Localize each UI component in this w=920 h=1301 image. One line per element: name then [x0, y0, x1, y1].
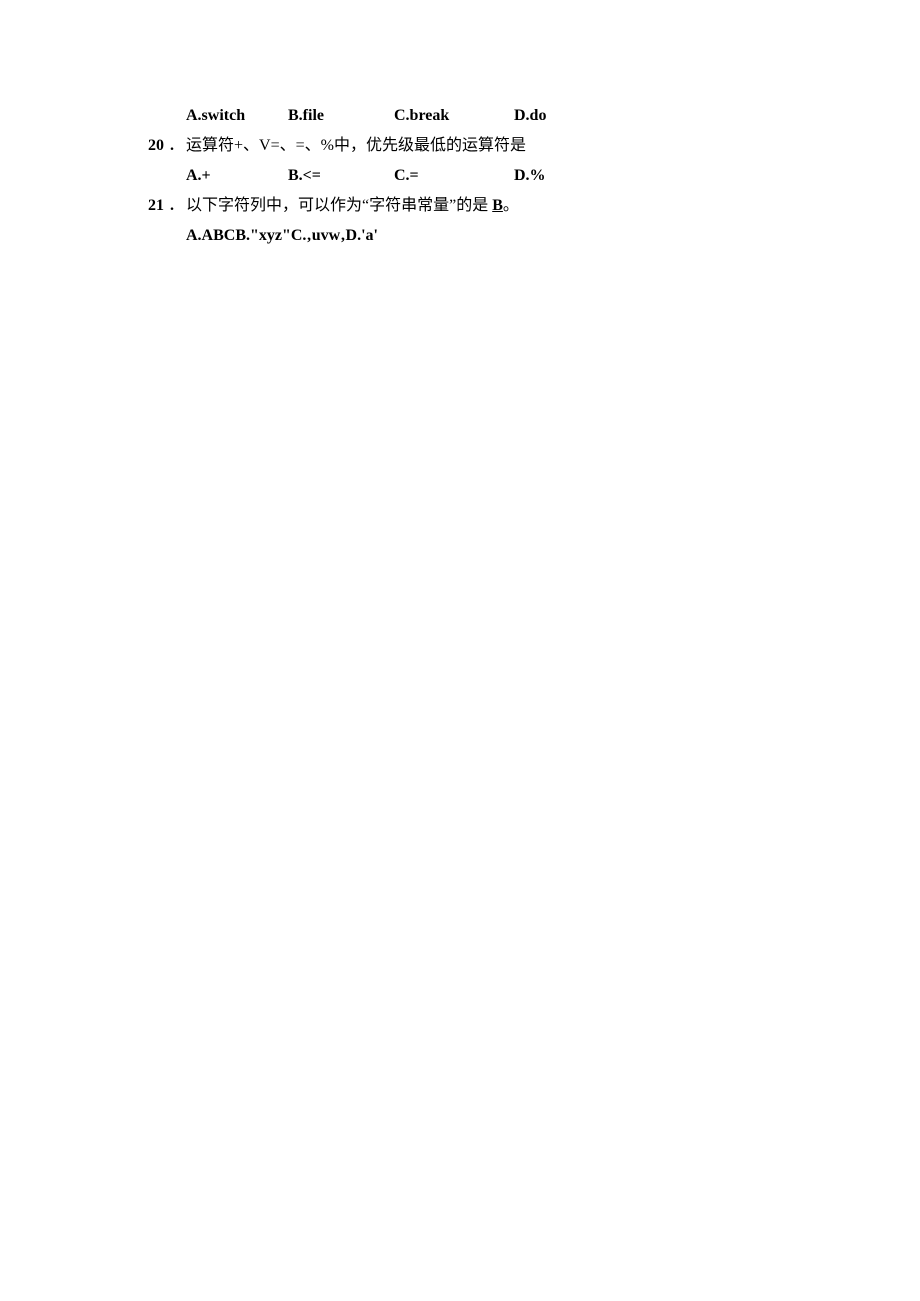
q21-answers-row: A.ABCB."xyz"C.‚uvw‚D.'a'	[130, 228, 920, 244]
q19-option-b: B.file	[288, 108, 394, 124]
q19-options-row: A.switch B.file C.break D.do	[130, 108, 920, 124]
q21-text: 以下字符列中，可以作为“字符串常量”的是 B。	[182, 198, 519, 214]
q20-number: 20	[130, 138, 164, 154]
q20-dot: .	[164, 138, 182, 154]
q20-stem-row: 20 . 运算符+、V=、=、%中，优先级最低的运算符是	[130, 138, 920, 154]
q21-stem-row: 21 . 以下字符列中，可以作为“字符串常量”的是 B。	[130, 198, 920, 214]
q21-text-pre: 以下字符列中，可以作为“字符串常量”的是	[186, 197, 492, 214]
q20-option-a: A.+	[186, 168, 288, 184]
q21-text-post: 。	[503, 197, 519, 214]
q21-answers-text: A.ABCB."xyz"C.‚uvw‚D.'a'	[186, 228, 378, 244]
q20-text: 运算符+、V=、=、%中，优先级最低的运算符是	[182, 138, 526, 154]
q20-option-b: B.<=	[288, 168, 394, 184]
q21-answer: B	[492, 197, 503, 214]
q19-option-c: C.break	[394, 108, 514, 124]
q20-option-d: D.%	[514, 168, 574, 184]
q19-option-d: D.do	[514, 108, 574, 124]
exam-page: A.switch B.file C.break D.do 20 . 运算符+、V…	[0, 0, 920, 244]
q21-dot: .	[164, 198, 182, 214]
q19-option-a: A.switch	[186, 108, 288, 124]
q20-option-c: C.=	[394, 168, 514, 184]
q20-options-row: A.+ B.<= C.= D.%	[130, 168, 920, 184]
q21-number: 21	[130, 198, 164, 214]
